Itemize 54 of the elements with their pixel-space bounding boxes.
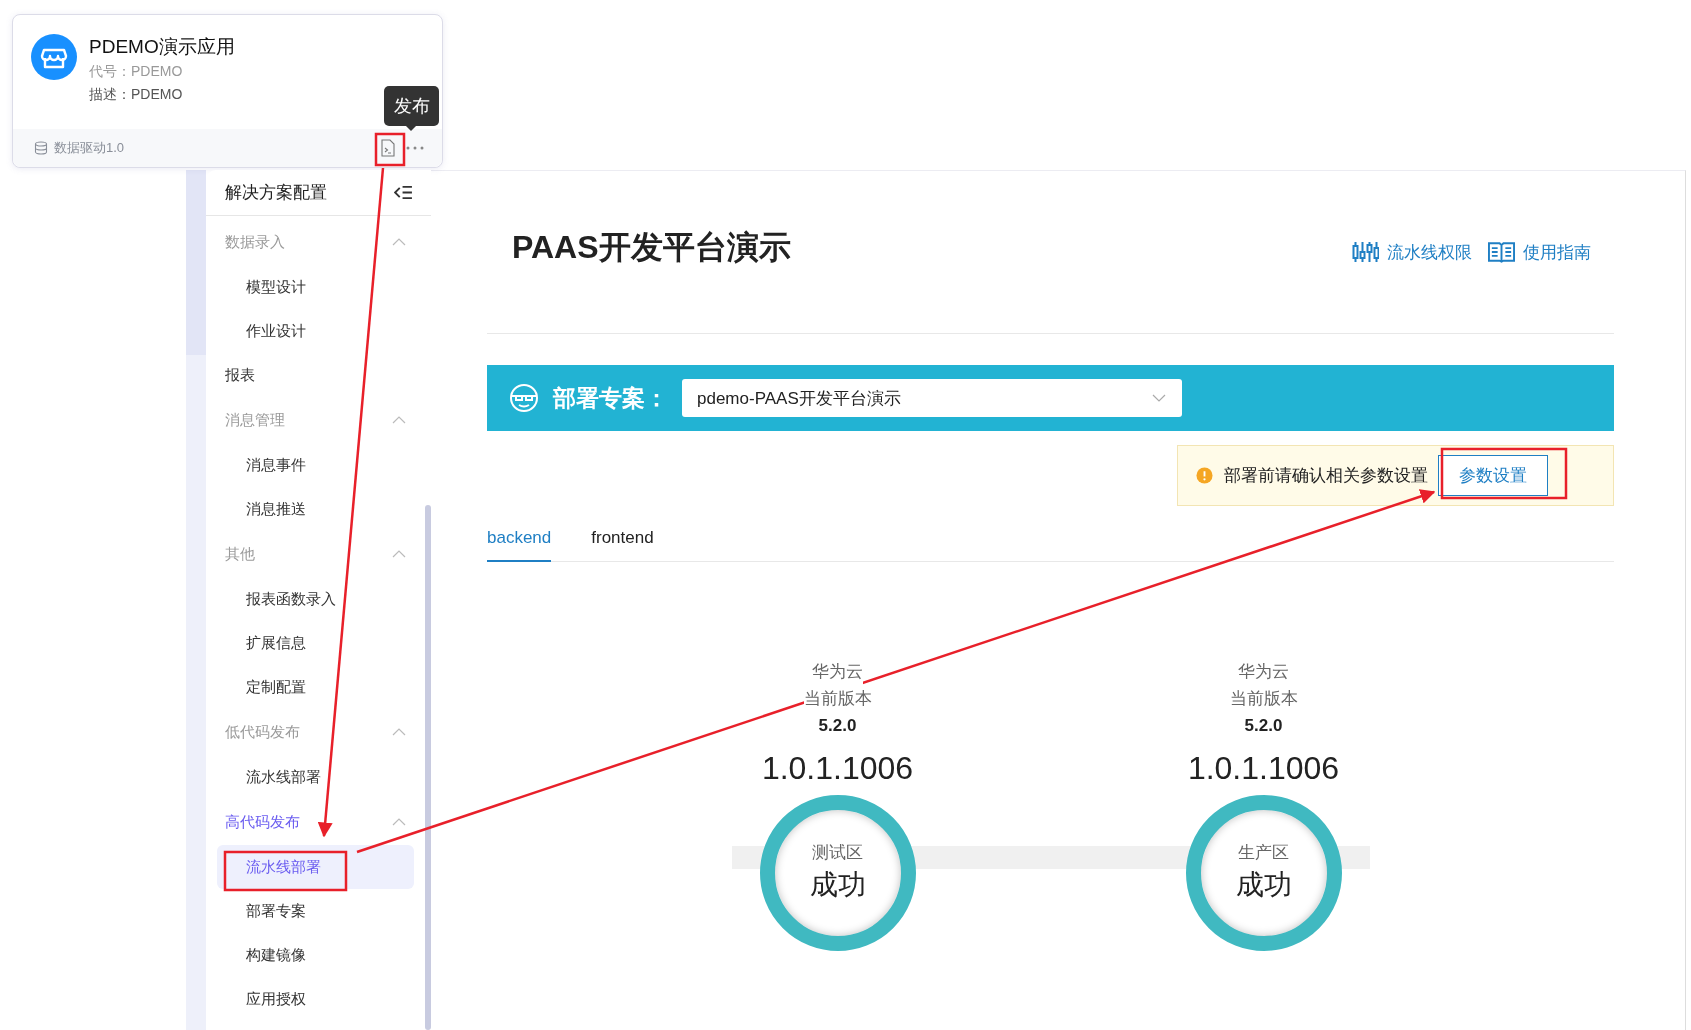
app-card[interactable]: PDEMO演示应用 代号：PDEMO 描述：PDEMO 数据驱动1.0 发布	[12, 14, 443, 168]
version-number: 5.2.0	[818, 715, 857, 737]
chevron-icon[interactable]	[392, 728, 406, 736]
menu-item[interactable]: 部署专案	[217, 889, 414, 933]
status-label: 成功	[1235, 868, 1292, 902]
chevron-icon[interactable]	[392, 818, 406, 826]
tab[interactable]: backend	[487, 518, 552, 562]
status-label: 成功	[809, 868, 866, 902]
menu-item[interactable]: 报表	[206, 353, 431, 397]
settings-button[interactable]: 参数设置	[1438, 455, 1548, 496]
header-link[interactable]: 使用指南	[1488, 240, 1591, 264]
zone-label: 生产区	[1238, 842, 1289, 864]
more-icon[interactable]	[406, 146, 424, 150]
menu-item[interactable]: 构建镜像	[217, 933, 414, 977]
menu-item[interactable]: 流水线部署	[217, 755, 414, 799]
chevron-icon[interactable]	[392, 416, 406, 424]
terminal-file-icon[interactable]	[381, 139, 395, 157]
menu-item[interactable]: 消息推送	[217, 487, 414, 531]
alert-text: 部署前请确认相关参数设置	[1224, 465, 1428, 487]
chevron-icon[interactable]	[392, 550, 406, 558]
app-description: 描述：PDEMO	[89, 85, 184, 104]
face-icon	[509, 383, 539, 413]
tab[interactable]: frontend	[591, 518, 654, 562]
engine-label: 数据驱动1.0	[54, 139, 125, 157]
header-link[interactable]: 流水线权限	[1352, 240, 1472, 264]
project-select[interactable]: pdemo-PAAS开发平台演示	[682, 379, 1182, 417]
database-icon	[34, 141, 48, 155]
zone-label: 测试区	[812, 842, 863, 864]
page-title: PAAS开发平台演示	[512, 228, 791, 267]
app-title: PDEMO演示应用	[89, 35, 235, 59]
warning-icon	[1196, 467, 1213, 484]
chevron-icon[interactable]	[392, 238, 406, 246]
build-number: 1.0.1.1006	[1187, 749, 1340, 788]
collapse-menu-icon[interactable]	[394, 185, 413, 200]
tooltip-pointer	[406, 126, 416, 131]
menu-group[interactable]: 高代码发布	[225, 812, 300, 832]
caret-icon	[1152, 394, 1166, 402]
version-number: 5.2.0	[1244, 715, 1283, 737]
book-icon	[1488, 241, 1515, 263]
build-number: 1.0.1.1006	[761, 749, 914, 788]
menu-item[interactable]: 流水线部署	[217, 845, 414, 889]
app-code: 代号：PDEMO	[89, 62, 184, 81]
menu-item[interactable]: 消息事件	[217, 443, 414, 487]
bars-icon	[1352, 241, 1379, 263]
sidebar-title: 解决方案配置	[225, 182, 327, 204]
menu-item[interactable]: 作业设计	[217, 309, 414, 353]
shop-icon	[31, 34, 77, 80]
menu-item[interactable]: 定制配置	[217, 665, 414, 709]
menu-item[interactable]: 应用授权	[217, 977, 414, 1021]
deploy-label: 部署专案：	[553, 383, 668, 413]
menu-item[interactable]: 报表函数录入	[217, 577, 414, 621]
highlight-frame	[374, 132, 406, 167]
menu-item[interactable]: 模型设计	[217, 265, 414, 309]
menu-item[interactable]: 扩展信息	[217, 621, 414, 665]
